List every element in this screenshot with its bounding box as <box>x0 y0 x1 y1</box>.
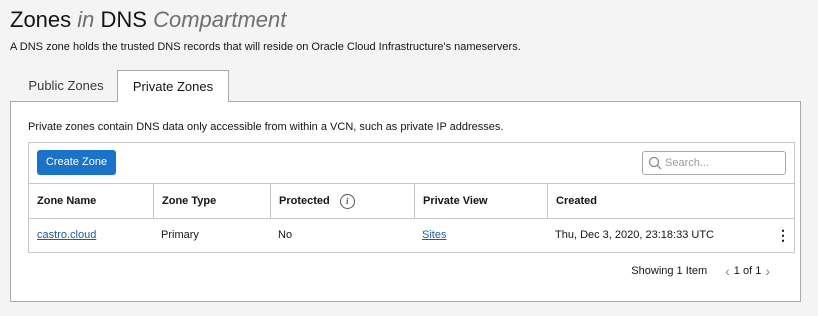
table-row: castro.cloud Primary No Sites Thu, Dec 3… <box>29 219 794 252</box>
info-icon[interactable]: i <box>339 193 355 209</box>
panel-description: Private zones contain DNS data only acce… <box>28 121 504 133</box>
page-subtitle: A DNS zone holds the trusted DNS records… <box>10 41 521 53</box>
column-created[interactable]: Created <box>547 184 794 218</box>
private-zones-panel: Private zones contain DNS data only acce… <box>10 101 801 302</box>
title-in: in <box>77 7 95 32</box>
showing-count: Showing 1 Item <box>631 265 708 277</box>
title-compartment: Compartment <box>153 7 287 32</box>
cell-protected: No <box>278 229 293 241</box>
pagination: Showing 1 Item ‹ 1 of 1 › <box>631 263 774 279</box>
search-input[interactable] <box>665 154 777 172</box>
row-actions-menu-icon[interactable]: ⋮ <box>776 219 790 252</box>
page-title: Zones in DNS Compartment <box>10 6 286 34</box>
cell-created: Thu, Dec 3, 2020, 23:18:33 UTC <box>555 229 714 241</box>
tab-public-zones[interactable]: Public Zones <box>15 70 117 101</box>
title-zones: Zones <box>10 7 72 32</box>
tab-private-zones[interactable]: Private Zones <box>117 70 229 102</box>
title-dns: DNS <box>100 7 147 32</box>
private-view-link[interactable]: Sites <box>422 229 446 241</box>
table-header: Zone Name Zone Type Protected i Private V… <box>29 183 794 219</box>
zone-name-link[interactable]: castro.cloud <box>37 229 96 241</box>
previous-page-icon[interactable]: ‹ <box>721 263 734 279</box>
cell-zone-type: Primary <box>161 229 199 241</box>
column-private-view[interactable]: Private View <box>414 184 547 218</box>
column-zone-type[interactable]: Zone Type <box>153 184 270 218</box>
column-zone-name[interactable]: Zone Name <box>29 184 153 218</box>
create-zone-button[interactable]: Create Zone <box>37 150 116 175</box>
cell-private-view: Sites <box>414 219 446 252</box>
page-indicator: 1 of 1 <box>733 265 762 277</box>
search-icon <box>648 156 662 170</box>
cell-zone-name: castro.cloud <box>29 219 96 252</box>
next-page-icon[interactable]: › <box>761 263 774 279</box>
zones-table-card: Create Zone Zone Name Zone Type Protecte… <box>28 142 795 253</box>
column-protected[interactable]: Protected i <box>270 184 414 218</box>
search-box[interactable] <box>642 151 786 175</box>
